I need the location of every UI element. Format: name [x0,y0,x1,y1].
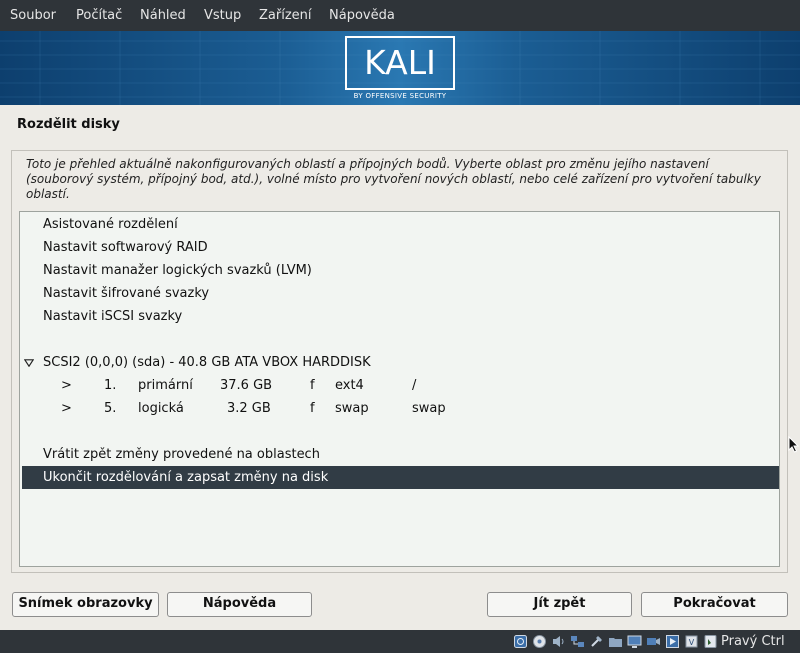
partition-flag: f [310,401,315,416]
list-item-label: Nastavit šifrované svazky [43,286,210,301]
list-item-lvm[interactable]: Nastavit manažer logických svazků (LVM) [22,259,779,282]
display-icon[interactable] [627,634,642,649]
partition-number: 5. [104,401,117,416]
menu-napoveda[interactable]: Nápověda [329,7,395,24]
screenshot-button[interactable]: Snímek obrazovky [12,592,159,617]
list-item-label: Vrátit zpět změny provedené na oblastech [43,447,320,462]
list-item-finish-partitioning[interactable]: Ukončit rozdělování a zapsat změny na di… [22,466,779,489]
partition-arrow: > [61,401,72,416]
menu-vstup[interactable]: Vstup [204,7,241,24]
list-item-partition-5[interactable]: > 5. logická 3.2 GB f swap swap [22,397,779,420]
menu-soubor[interactable]: Soubor [10,7,56,24]
svg-text:V: V [689,638,695,647]
list-item-label: Nastavit iSCSI svazky [43,309,183,324]
disk-label: SCSI2 (0,0,0) (sda) - 40.8 GB ATA VBOX H… [43,355,371,370]
kali-logo-subtitle: BY OFFENSIVE SECURITY [353,92,447,100]
list-item-encrypted-volumes[interactable]: Nastavit šifrované svazky [22,282,779,305]
shared-folder-icon[interactable] [608,634,623,649]
kali-banner: KALI BY OFFENSIVE SECURITY [0,31,800,105]
page-title: Rozdělit disky [17,117,120,132]
partition-type: logická [138,401,184,416]
cpu-icon[interactable]: V [684,634,699,649]
partition-mountpoint: swap [412,401,446,416]
partition-filesystem: swap [335,401,369,416]
partition-filesystem: ext4 [335,378,364,393]
network-icon[interactable] [570,634,585,649]
list-item-software-raid[interactable]: Nastavit softwarový RAID [22,236,779,259]
mouse-integration-icon[interactable] [703,634,718,649]
page-description: Toto je přehled aktuálně nakonfigurovaný… [26,157,761,201]
expand-triangle-icon[interactable] [24,359,34,367]
partition-list[interactable]: Asistované rozdělení Nastavit softwarový… [19,211,780,567]
list-item-iscsi[interactable]: Nastavit iSCSI svazky [22,305,779,328]
list-item-label: Asistované rozdělení [43,217,178,232]
menu-pocitac[interactable]: Počítač [76,7,122,24]
audio-icon[interactable] [551,634,566,649]
partition-size: 37.6 GB [220,378,273,393]
partition-flag: f [310,378,315,393]
partition-number: 1. [104,378,117,393]
kali-logo: KALI [345,36,455,90]
vm-menubar: Soubor Počítač Náhled Vstup Zařízení Náp… [0,0,800,31]
hard-disk-icon[interactable] [513,634,528,649]
mouse-pointer-icon [788,436,799,453]
partition-mountpoint: / [412,378,417,393]
partition-size: 3.2 GB [227,401,271,416]
list-item-guided-partitioning[interactable]: Asistované rozdělení [22,213,779,236]
list-item-label: Ukončit rozdělování a zapsat změny na di… [43,470,329,485]
video-capture-icon[interactable] [646,634,661,649]
back-button[interactable]: Jít zpět [487,592,632,617]
list-item-label: Nastavit softwarový RAID [43,240,208,255]
kali-logo-text: KALI [364,43,436,82]
host-key-label: Pravý Ctrl [721,634,785,649]
menu-nahled[interactable]: Náhled [140,7,186,24]
list-item-label: Nastavit manažer logických svazků (LVM) [43,263,312,278]
optical-drive-icon[interactable] [532,634,547,649]
continue-button[interactable]: Pokračovat [641,592,788,617]
list-item-undo-changes[interactable]: Vrátit zpět změny provedené na oblastech [22,443,779,466]
help-button[interactable]: Nápověda [167,592,312,617]
recording-icon[interactable] [665,634,680,649]
list-item-partition-1[interactable]: > 1. primární 37.6 GB f ext4 / [22,374,779,397]
usb-icon[interactable] [589,634,604,649]
vm-statusbar: V Pravý Ctrl [0,630,800,653]
list-item-disk-sda[interactable]: SCSI2 (0,0,0) (sda) - 40.8 GB ATA VBOX H… [22,351,779,374]
partition-type: primární [138,378,193,393]
partition-arrow: > [61,378,72,393]
menu-zarizeni[interactable]: Zařízení [259,7,312,24]
